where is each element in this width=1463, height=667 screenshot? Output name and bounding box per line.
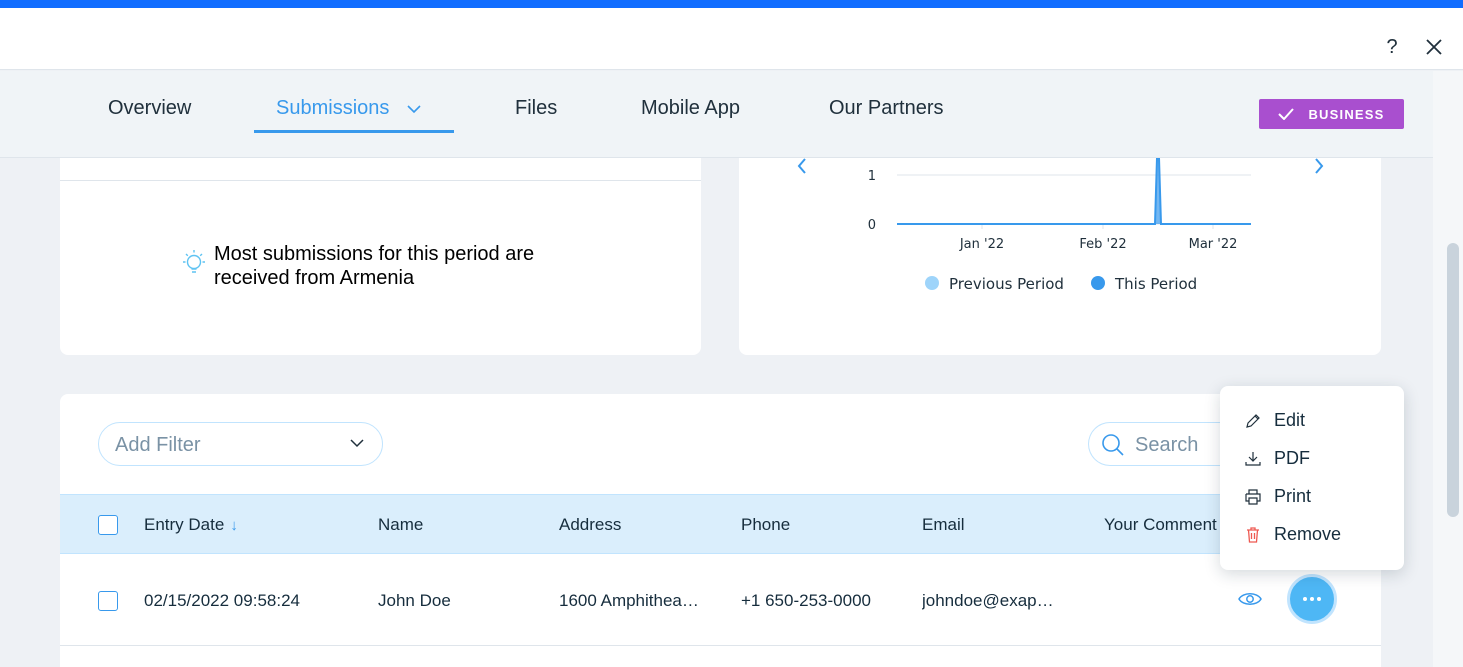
cell-phone: +1 650-253-0000 [741,591,871,610]
lightbulb-icon [183,250,205,273]
column-header-your-comment: Your Comment [1104,515,1217,534]
column-header-phone: Phone [741,515,791,534]
menu-item-label: Remove [1274,524,1342,544]
select-all-checkbox[interactable] [98,515,118,535]
close-icon[interactable] [1422,35,1446,59]
chart-legend-marker [925,276,939,290]
cell-email: johndoe@exap… [922,591,1054,610]
column-header-address: Address [559,515,622,534]
chart-x-tick-label: Jan '22 [959,237,1004,252]
submissions-chart: 1 0 Jan '22 Feb '22 Mar '22 Previous Period Th… [797,158,1324,293]
insight-card: Most submissions for this period are rec… [60,158,701,355]
chart-legend-label: Previous Period [949,275,1064,293]
chart-x-tick-label: Feb '22 [1079,237,1126,252]
search-icon [1102,434,1124,456]
chart-legend-marker [1091,276,1105,290]
chart-x-tick-label: Mar '22 [1189,237,1238,252]
chart-next-arrow-icon[interactable] [1315,158,1324,174]
insight-text: Most submissions for this period are rec… [214,243,535,289]
column-header-name: Name [378,515,424,534]
tab-submissions[interactable]: Submissions [276,97,421,120]
add-filter-label: Add Filter [115,434,201,456]
menu-item-pdf[interactable]: PDF [1220,442,1404,474]
chart-y-tick-label: 0 [868,218,876,233]
menu-item-label: PDF [1274,448,1310,468]
tab-submissions-label: Submissions [276,97,390,119]
cell-entry-date: 02/15/2022 09:58:24 [144,591,300,610]
tab-our-partners[interactable]: Our Partners [829,97,943,120]
submissions-chart-card: 1 0 Jan '22 Feb '22 Mar '22 Previous Period Th… [739,158,1381,355]
chart-y-tick-label: 1 [868,169,876,184]
chevron-down-icon [350,439,364,448]
row-checkbox[interactable] [98,591,118,611]
scrollbar-thumb[interactable] [1447,243,1459,517]
column-header-entry-date[interactable]: Entry Date ↓ [144,515,238,535]
chevron-down-icon [407,105,421,113]
chart-legend-label: This Period [1114,275,1197,293]
more-actions-button[interactable] [1287,574,1337,624]
tab-overview[interactable]: Overview [108,97,191,120]
pencil-icon [1246,414,1260,428]
cell-name: John Doe [378,591,451,610]
menu-item-label: Edit [1274,410,1306,430]
chart-series-this-period-line [897,158,1251,225]
submissions-table-card: Add Filter Entry Date ↓ Name Address Phon… [60,394,1381,667]
business-plan-button[interactable]: BUSINESS [1259,99,1404,129]
table-header: Entry Date ↓ Name Address Phone Email You… [60,494,1381,554]
cell-address: 1600 Amphithea… [559,591,699,610]
eye-icon[interactable] [1238,590,1262,608]
chart-prev-arrow-icon[interactable] [797,158,806,174]
menu-item-label: Print [1274,486,1312,506]
top-window-strip [0,0,1463,8]
divider [60,180,701,181]
table-row[interactable]: 02/15/2022 09:58:24 John Doe 1600 Amphit… [60,554,1381,646]
menu-item-print[interactable]: Print [1220,480,1404,512]
add-filter-dropdown[interactable]: Add Filter [98,422,383,466]
printer-icon [1245,489,1261,505]
header-bar: ? [0,8,1463,70]
active-tab-indicator [254,130,454,133]
column-header-email: Email [922,515,965,534]
business-label: BUSINESS [1308,106,1385,122]
sort-arrow-icon: ↓ [230,517,238,534]
column-header-label: Entry Date [144,515,225,534]
menu-item-edit[interactable]: Edit [1220,404,1404,436]
download-icon [1245,452,1261,466]
more-dots-icon [1303,597,1321,601]
help-icon[interactable]: ? [1380,34,1404,60]
trash-icon [1247,527,1259,543]
checkmark-icon [1278,108,1295,120]
tab-files[interactable]: Files [515,97,557,120]
row-actions-menu: Edit PDF Print Remove [1220,386,1404,570]
top-nav: Overview Submissions Files Mobile App Ou… [0,71,1433,158]
menu-item-remove[interactable]: Remove [1220,518,1404,550]
tab-mobile-app[interactable]: Mobile App [641,97,740,120]
